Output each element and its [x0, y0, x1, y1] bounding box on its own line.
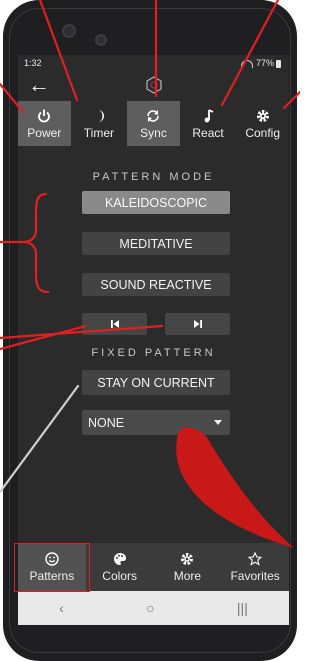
- nav-label: Colors: [102, 568, 137, 583]
- back-arrow-icon[interactable]: ←: [28, 73, 50, 97]
- nav-item-colors[interactable]: Colors: [86, 543, 154, 591]
- system-home-button[interactable]: ○: [146, 600, 154, 616]
- smiley-icon: [45, 551, 59, 566]
- meditative-button[interactable]: MEDITATIVE: [82, 232, 230, 255]
- chevron-down-icon: [214, 420, 222, 425]
- next-pattern-button[interactable]: [165, 313, 230, 335]
- skip-previous-icon: [110, 320, 119, 328]
- music-note-icon: [204, 108, 214, 122]
- nav-label: More: [173, 568, 202, 583]
- app-bar: ←: [18, 71, 289, 101]
- dropdown-value: NONE: [88, 415, 125, 430]
- gear-icon: [181, 552, 194, 565]
- fixed-pattern-title: FIXED PATTERN: [91, 347, 216, 359]
- tab-label: React: [192, 125, 224, 140]
- status-indicators: 77%: [240, 58, 281, 68]
- bottom-navigation: Patterns Colors More Favorites: [18, 543, 289, 591]
- status-time: 1:32: [24, 58, 42, 68]
- app-logo-icon: [146, 76, 162, 94]
- control-tabs: Power Timer Sync React Config: [18, 101, 289, 146]
- skip-next-icon: [193, 320, 202, 328]
- nav-item-more[interactable]: More: [154, 543, 222, 591]
- nav-item-patterns[interactable]: Patterns: [18, 543, 86, 591]
- battery-percent: 77%: [255, 58, 274, 68]
- tab-label: Config: [245, 125, 281, 140]
- nav-label: Patterns: [29, 568, 75, 583]
- tab-timer[interactable]: Timer: [73, 101, 126, 146]
- tab-power[interactable]: Power: [18, 101, 71, 146]
- pattern-mode-title: PATTERN MODE: [92, 171, 215, 183]
- previous-pattern-button[interactable]: [82, 313, 147, 335]
- nav-label: Favorites: [230, 568, 280, 583]
- star-icon: [248, 551, 263, 566]
- app-screen: 1:32 77% ← Power Timer Sync React Config…: [18, 55, 289, 625]
- sound-reactive-button[interactable]: SOUND REACTIVE: [82, 273, 230, 296]
- power-icon: [38, 109, 51, 122]
- status-bar: 1:32 77%: [18, 55, 289, 71]
- system-navigation-bar: ‹ ○ |||: [18, 591, 289, 625]
- fixed-pattern-dropdown[interactable]: NONE: [82, 410, 230, 435]
- kaleidoscopic-button[interactable]: KALEIDOSCOPIC: [82, 191, 230, 214]
- gear-icon: [256, 109, 269, 122]
- stay-on-current-button[interactable]: STAY ON CURRENT: [82, 370, 230, 395]
- system-back-button[interactable]: ‹: [59, 600, 64, 616]
- wifi-icon: [240, 59, 253, 68]
- sync-icon: [147, 109, 160, 122]
- palette-icon: [113, 552, 126, 565]
- tab-sync[interactable]: Sync: [127, 101, 180, 146]
- system-recents-button[interactable]: |||: [237, 600, 248, 616]
- moon-icon: [97, 109, 104, 122]
- tab-label: Power: [27, 125, 62, 140]
- tab-label: Timer: [83, 125, 114, 140]
- battery-icon: [276, 59, 281, 68]
- nav-item-favorites[interactable]: Favorites: [221, 543, 289, 591]
- tab-label: Sync: [140, 125, 167, 140]
- phone-frame: 1:32 77% ← Power Timer Sync React Config…: [3, 0, 297, 661]
- tab-react[interactable]: React: [182, 101, 235, 146]
- sensor-icon: [95, 34, 107, 46]
- tab-config[interactable]: Config: [236, 101, 289, 146]
- camera-icon: [62, 24, 76, 38]
